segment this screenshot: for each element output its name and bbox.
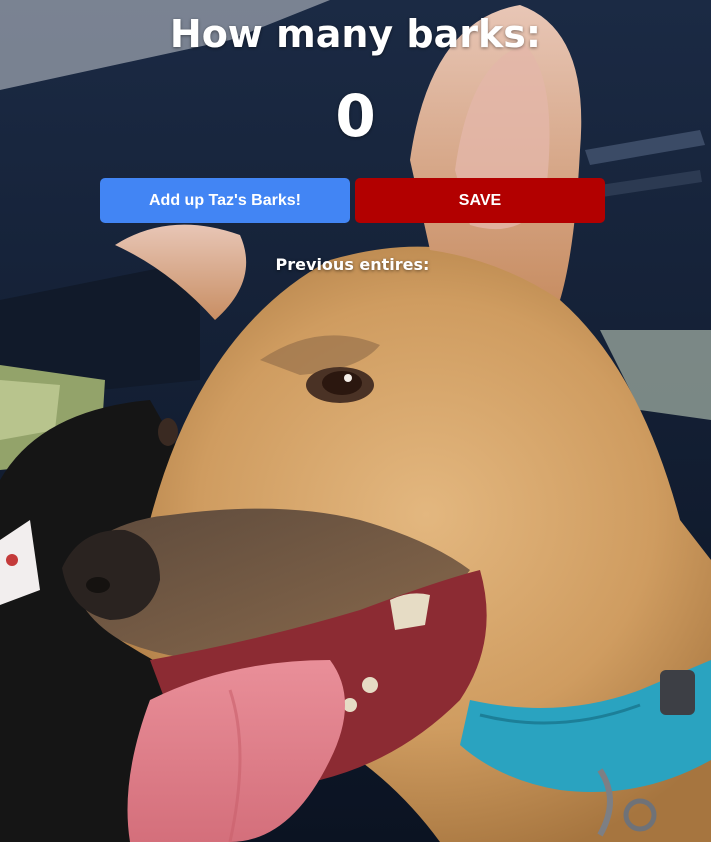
save-button[interactable]: SAVE — [355, 178, 605, 223]
add-barks-button[interactable]: Add up Taz's Barks! — [100, 178, 350, 223]
previous-entries-label: Previous entires: — [275, 255, 430, 274]
page-title: How many barks: — [169, 12, 542, 56]
bark-count: 0 — [335, 82, 376, 150]
